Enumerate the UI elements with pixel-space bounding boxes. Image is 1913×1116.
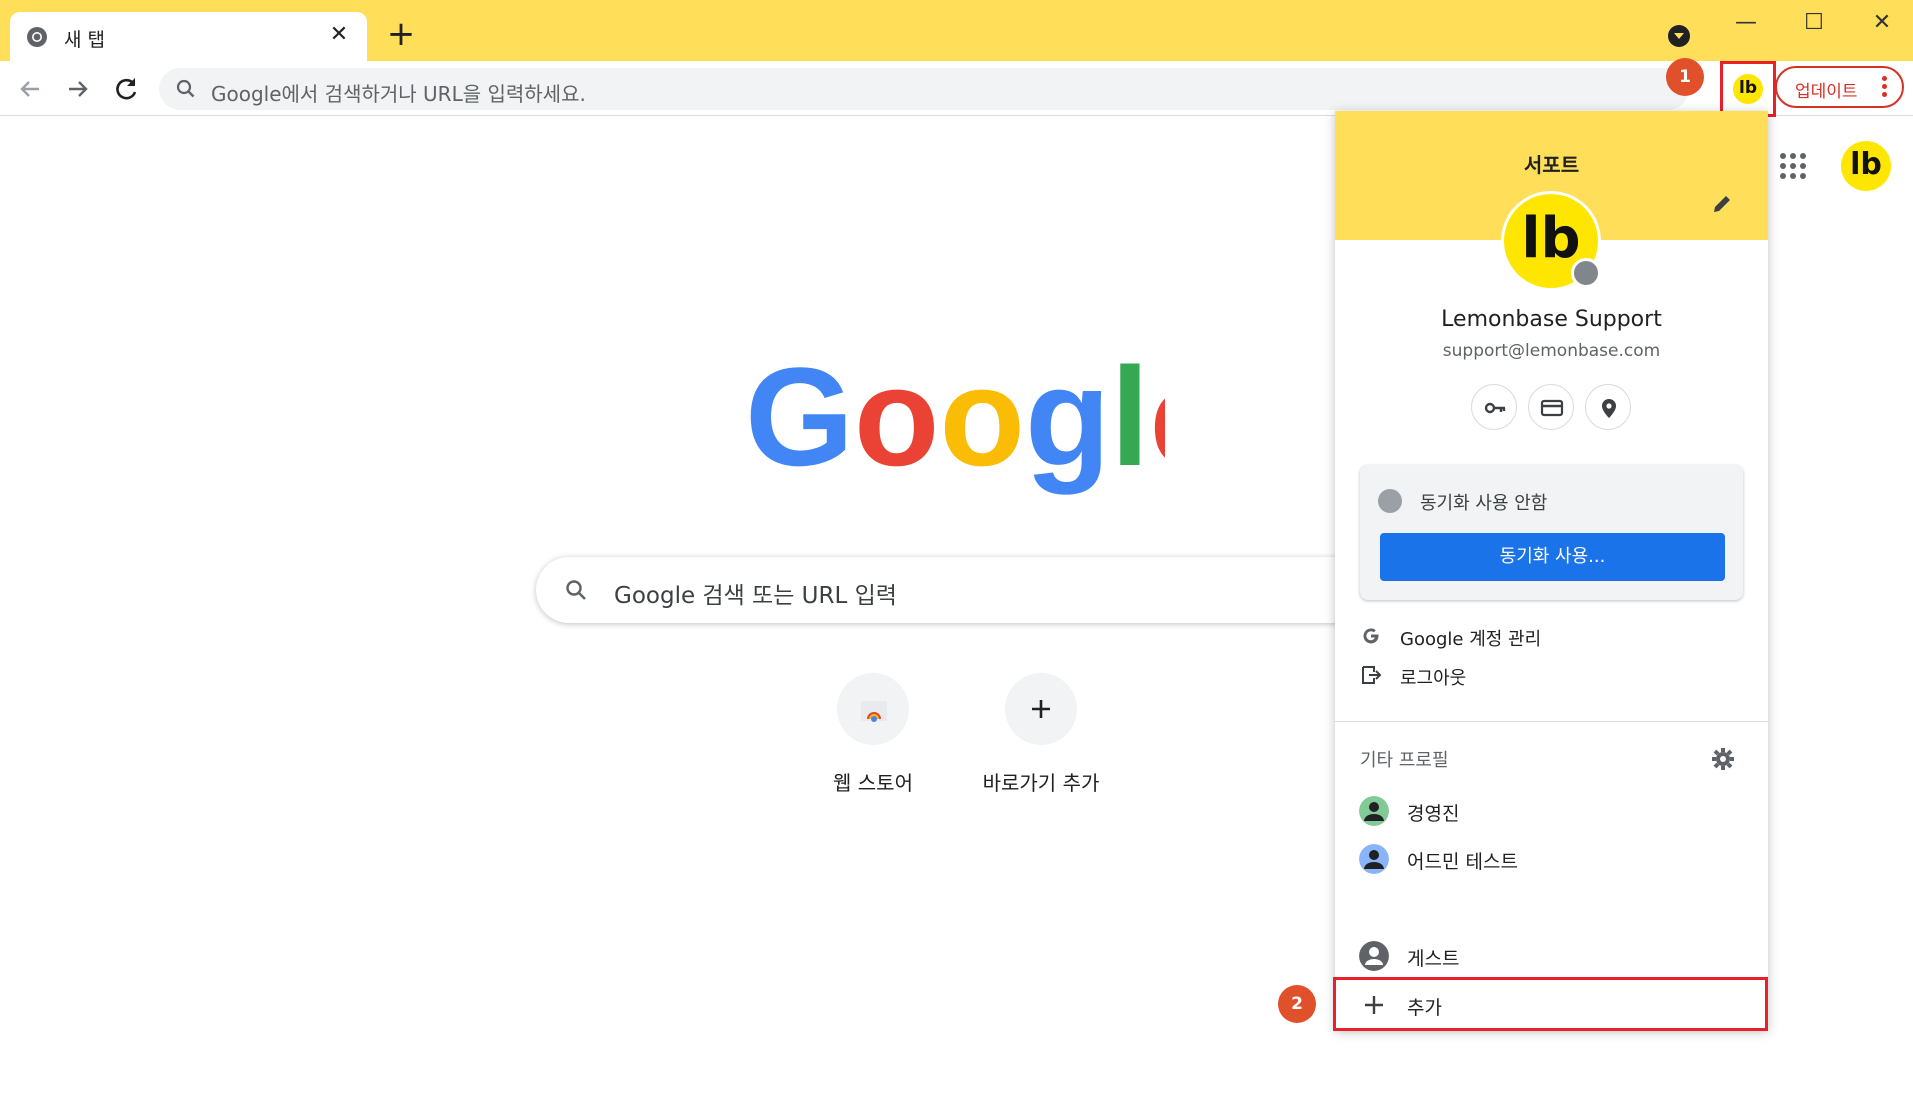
shortcut-icon-circle xyxy=(1005,673,1077,745)
sign-out-icon xyxy=(1362,666,1382,684)
maximize-icon[interactable]: ☐ xyxy=(1794,8,1834,38)
addresses-button[interactable] xyxy=(1585,384,1631,430)
ntp-search-placeholder: Google 검색 또는 URL 입력 xyxy=(614,583,897,609)
menu-divider xyxy=(1335,721,1768,722)
search-icon xyxy=(566,580,586,600)
sync-card: 동기화 사용 안함 동기화 사용... xyxy=(1360,465,1743,600)
sign-out-label: 로그아웃 xyxy=(1400,668,1467,689)
new-tab-button[interactable]: + xyxy=(386,17,416,51)
apps-grid-icon[interactable] xyxy=(1778,151,1808,181)
callout-1: 1 xyxy=(1666,58,1704,96)
minimize-icon[interactable]: — xyxy=(1726,8,1766,38)
svg-text:Google: Google xyxy=(745,345,1165,495)
profile-label: 경영진 xyxy=(1407,803,1460,825)
callout-2: 2 xyxy=(1278,985,1316,1023)
profile-button[interactable]: lb xyxy=(1733,74,1763,104)
passwords-button[interactable] xyxy=(1471,384,1517,430)
shortcut-label: 웹 스토어 xyxy=(833,771,913,795)
shortcut-icon-circle xyxy=(837,673,909,745)
profile-item-executives[interactable]: 경영진 xyxy=(1335,788,1768,836)
profile-name: Lemonbase Support xyxy=(1441,307,1662,332)
update-label: 업데이트 xyxy=(1795,82,1858,102)
google-logo: Google xyxy=(745,345,1165,495)
sign-out[interactable]: 로그아웃 xyxy=(1335,653,1768,697)
plus-icon xyxy=(1032,700,1050,718)
search-icon xyxy=(176,79,195,98)
reload-icon[interactable] xyxy=(108,71,144,107)
omnibox-placeholder: Google에서 검색하거나 URL을 입력하세요. xyxy=(211,82,586,106)
person-avatar-icon xyxy=(1359,796,1389,826)
gear-icon[interactable] xyxy=(1711,747,1735,771)
window-close-icon[interactable]: ✕ xyxy=(1862,8,1902,38)
guest-label: 게스트 xyxy=(1407,948,1460,970)
ntp-search-box[interactable]: Google 검색 또는 URL 입력 xyxy=(536,557,1396,623)
more-menu-icon xyxy=(1882,76,1888,100)
person-avatar-icon xyxy=(1359,844,1389,874)
forward-icon[interactable] xyxy=(60,71,96,107)
google-g-icon xyxy=(1363,628,1379,644)
toolbar: Google에서 검색하거나 URL을 입력하세요. 1 lb 업데이트 xyxy=(0,58,1913,117)
shortcut-add[interactable]: 바로가기 추가 xyxy=(971,673,1111,796)
profile-label: 어드민 테스트 xyxy=(1407,851,1518,873)
profile-menu-title: 서포트 xyxy=(1523,153,1580,177)
highlight-box-profile: lb xyxy=(1720,61,1776,117)
manage-account-label: Google 계정 관리 xyxy=(1400,629,1542,650)
tab-title: 새 탭 xyxy=(64,29,105,51)
profile-email: support@lemonbase.com xyxy=(1442,341,1661,361)
tab-search-icon[interactable] xyxy=(1668,25,1690,47)
chrome-icon xyxy=(27,27,47,47)
sync-status: 동기화 사용 안함 xyxy=(1420,493,1548,514)
highlight-box-add xyxy=(1333,977,1768,1031)
sync-off-icon xyxy=(1378,489,1402,513)
back-icon[interactable] xyxy=(12,71,48,107)
profile-item-admin-test[interactable]: 어드민 테스트 xyxy=(1335,836,1768,884)
manage-google-account[interactable]: Google 계정 관리 xyxy=(1335,614,1768,658)
other-profiles-label: 기타 프로필 xyxy=(1360,750,1449,771)
credit-card-icon xyxy=(1540,399,1564,417)
shortcut-web-store[interactable]: 웹 스토어 xyxy=(803,673,943,796)
turn-on-sync-button[interactable]: 동기화 사용... xyxy=(1380,533,1725,581)
guest-icon xyxy=(1359,941,1389,971)
sync-off-badge-icon xyxy=(1571,258,1601,288)
active-tab[interactable]: 새 탭 ✕ xyxy=(10,12,367,61)
title-bar: 새 탭 ✕ + — ☐ ✕ xyxy=(0,0,1913,61)
location-pin-icon xyxy=(1602,399,1616,418)
payment-methods-button[interactable] xyxy=(1528,384,1574,430)
ntp-avatar[interactable]: lb xyxy=(1841,141,1891,191)
edit-pencil-icon[interactable] xyxy=(1711,193,1733,215)
omnibox[interactable]: Google에서 검색하거나 URL을 입력하세요. xyxy=(159,68,1689,110)
profile-menu: 서포트 lb Lemonbase Support support@lemonba… xyxy=(1335,111,1768,1030)
guest-profile[interactable]: 게스트 xyxy=(1335,933,1768,981)
tab-close-icon[interactable]: ✕ xyxy=(325,21,353,49)
key-icon xyxy=(1484,402,1506,414)
shortcut-label: 바로가기 추가 xyxy=(982,771,1100,795)
chrome-web-store-icon xyxy=(861,701,887,722)
update-button[interactable]: 업데이트 xyxy=(1775,66,1904,108)
